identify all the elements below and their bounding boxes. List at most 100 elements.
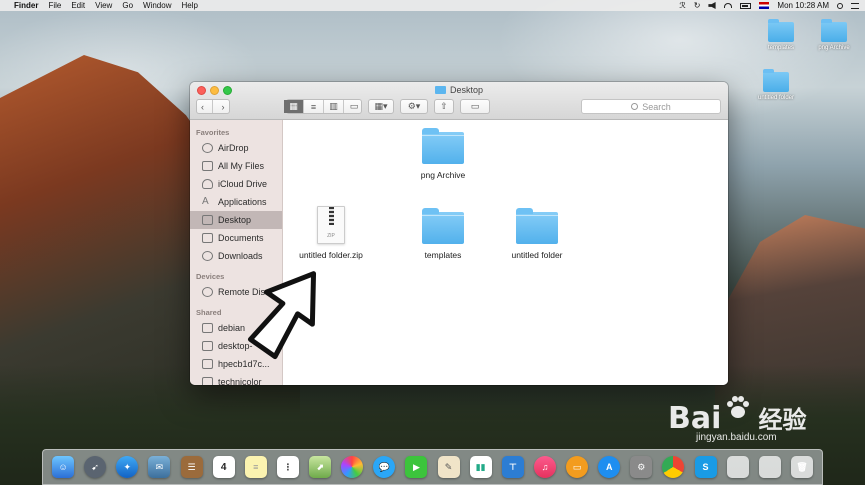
folder-icon [763,69,789,92]
search-placeholder: Search [642,101,671,112]
arrange-icon: ▦▾ [374,101,388,111]
sidebar-item-label: Downloads [218,251,263,261]
desktop-icon-png-archive[interactable]: png Archive [808,19,860,51]
share-button[interactable]: ⇧ [434,99,454,114]
view-mode-control: ▦ ≡ ▥ ▭ [284,99,364,114]
cover-flow-button[interactable]: ▭ [344,100,364,113]
gear-icon: ⚙▾ [407,101,421,111]
display-icon [202,359,213,369]
file-name: png Archive [420,170,466,180]
sidebar-item-desktop[interactable]: Desktop [190,211,282,229]
list-view-button[interactable]: ≡ [304,100,324,113]
display-icon [202,323,213,333]
file-browser-content[interactable]: png Archive ZIP untitled folder.zip temp… [283,120,728,385]
desktop-icon-label: templates [767,45,794,51]
icon-view-button[interactable]: ▦ [284,100,304,113]
search-input[interactable]: Search [581,99,721,114]
status-area: ℛ ↻ Mon 10:28 AM [679,1,859,10]
desktop-icon-untitled-folder[interactable]: untitled folder [750,69,802,101]
forward-button[interactable]: › [213,100,233,113]
notes-dock-icon[interactable]: ≡ [244,456,267,478]
photos-dock-icon[interactable] [341,456,364,478]
tag-icon: ▭ [470,101,480,111]
sidebar-header-favorites: Favorites [196,128,230,137]
wifi-icon[interactable] [724,3,733,8]
downloads-icon [202,251,213,261]
file-item-templates[interactable]: templates [398,208,488,260]
sidebar-item-applications[interactable]: A Applications [190,193,282,211]
mail-dock-icon[interactable]: ✉ [148,456,171,478]
share-icon: ⇧ [440,101,448,111]
file-item-untitled-folder-zip[interactable]: ZIP untitled folder.zip [286,206,376,260]
sidebar-item-airdrop[interactable]: AirDrop [190,139,282,157]
action-button[interactable]: ⚙▾ [400,99,428,114]
folder-icon [516,208,558,244]
menu-go[interactable]: Go [122,1,133,10]
battery-icon[interactable] [740,2,752,9]
sidebar-item-label: Desktop [218,215,252,225]
arrange-button[interactable]: ▦▾ [368,99,394,114]
launchpad-dock-icon[interactable]: ➹ [84,456,107,478]
file-item-png-archive[interactable]: png Archive [398,128,488,180]
menu-view[interactable]: View [95,1,112,10]
baidu-watermark: Bai 经验 jingyan.baidu.com [668,396,858,460]
sidebar-item-all-my-files[interactable]: All My Files [190,157,282,175]
app-store-dock-icon[interactable]: A [598,456,621,478]
finder-dock-icon[interactable]: ☺ [52,456,75,478]
system-preferences-dock-icon[interactable]: ⚙ [630,456,653,478]
script-icon[interactable]: ℛ [679,1,685,10]
zip-badge: ZIP [327,233,335,239]
column-view-button[interactable]: ▥ [324,100,344,113]
maps-dock-icon[interactable]: ⬈ [309,456,332,478]
contacts-dock-icon[interactable]: ☰ [180,456,203,478]
watermark-brand-suffix: 经验 [758,406,807,434]
safari-dock-icon[interactable]: ✦ [116,456,139,478]
file-name: untitled folder [511,250,563,260]
menu-window[interactable]: Window [143,1,171,10]
volume-icon[interactable] [708,2,716,9]
keynote-dock-icon[interactable]: ⊤ [501,456,524,478]
input-source-flag-icon[interactable] [759,2,770,9]
tags-button[interactable]: ▭ [460,99,490,114]
file-item-untitled-folder[interactable]: untitled folder [492,208,582,260]
sync-icon[interactable]: ↻ [694,1,701,10]
applications-icon: A [202,196,209,207]
spotlight-icon[interactable] [837,2,843,9]
desktop-icon-label: untitled folder [757,95,795,101]
menu-clock[interactable]: Mon 10:28 AM [777,1,829,10]
menu-edit[interactable]: Edit [71,1,85,10]
sidebar-item-label: AirDrop [218,143,249,153]
menu-file[interactable]: File [48,1,61,10]
pages-dock-icon[interactable]: ✎ [437,456,460,478]
paw-logo-icon [727,396,749,418]
toolbar: ‹ › ▦ ≡ ▥ ▭ ▦▾ ⚙▾ ⇧ ▭ Search [190,97,728,117]
back-button[interactable]: ‹ [193,100,213,113]
facetime-dock-icon[interactable]: ▶ [405,456,428,478]
notification-center-icon[interactable] [851,2,859,9]
messages-dock-icon[interactable]: 💬 [373,456,396,478]
sidebar-item-technicolor[interactable]: technicolor [190,373,282,385]
sidebar-item-label: Documents [218,233,264,243]
desktop-icon-label: png Archive [818,45,850,51]
menu-help[interactable]: Help [181,1,197,10]
numbers-dock-icon[interactable]: ▮▮ [469,456,492,478]
folder-icon [434,86,446,94]
reminders-dock-icon[interactable]: ⋮ [276,456,299,478]
ibooks-dock-icon[interactable]: ▭ [566,456,589,478]
window-title: Desktop [190,85,728,95]
desktop-icon [202,215,213,225]
watermark-brand: Bai [668,401,722,436]
pointer-arrow-icon [247,271,317,360]
calendar-dock-icon[interactable]: 4 [212,456,235,478]
sidebar-item-label: iCloud Drive [218,179,268,189]
sidebar-item-label: debian [218,323,246,333]
folder-icon [768,19,794,42]
sidebar-item-icloud-drive[interactable]: iCloud Drive [190,175,282,193]
title-bar[interactable]: Desktop ‹ › ▦ ≡ ▥ ▭ ▦▾ ⚙▾ ⇧ ▭ Search [190,82,728,120]
desktop-icon-templates[interactable]: templates [755,19,807,51]
menu-app-name[interactable]: Finder [14,1,38,10]
sidebar-item-documents[interactable]: Documents [190,229,282,247]
itunes-dock-icon[interactable]: ♫ [533,456,556,478]
airdrop-icon [202,143,213,153]
file-name: untitled folder.zip [299,250,363,260]
